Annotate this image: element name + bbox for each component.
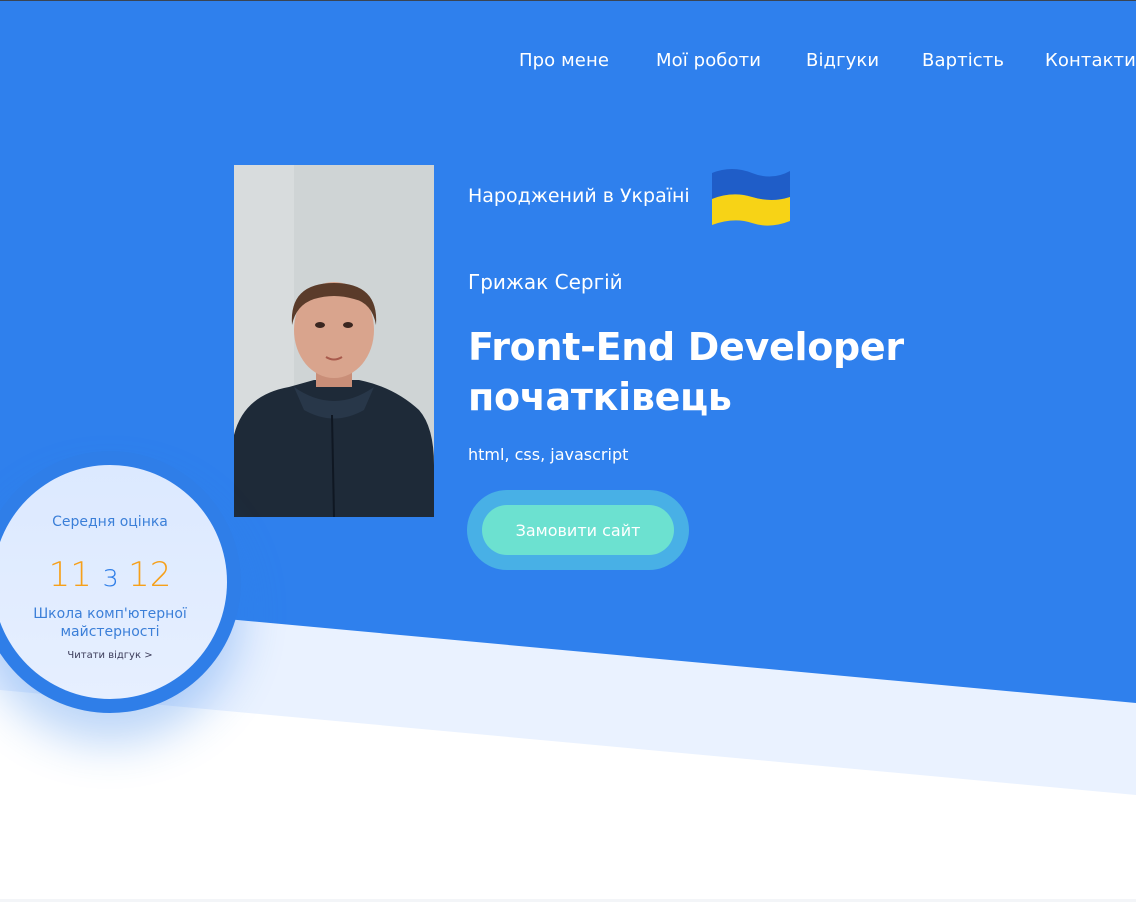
profile-photo [234,165,434,517]
nav-item-reviews[interactable]: Відгуки [806,50,879,71]
person-illustration [234,165,434,517]
main-nav: Про мене Мої роботи Відгуки Вартість Кон… [0,50,1136,74]
nav-item-works[interactable]: Мої роботи [656,50,761,71]
read-review-link[interactable]: Читати відгук > [20,650,200,661]
nav-item-pricing[interactable]: Вартість [922,50,1004,71]
nav-item-contacts[interactable]: Контакти [1045,50,1136,71]
headline-line-1: Front-End Developer [468,325,904,369]
headline-line-2: початківець [468,375,732,419]
person-name: Грижак Сергій [468,270,623,294]
rating-school: Школа комп'ютерної майстерності [33,606,187,640]
birthplace-text: Народжений в Україні [468,185,690,207]
rating-score-separator: з [101,559,119,594]
skills-text: html, css, javascript [468,445,629,464]
order-site-button[interactable]: Замовити сайт [482,505,674,555]
rating-title: Середня оцінка [52,514,168,530]
rating-score: 11 з 12 [20,555,200,595]
ukraine-flag-icon [710,165,792,231]
nav-item-about[interactable]: Про мене [519,50,609,71]
headline: Front-End Developer початківець [468,322,904,422]
top-border [0,0,1136,1]
rating-score-value: 11 [48,555,92,595]
rating-score-max: 12 [128,555,172,595]
